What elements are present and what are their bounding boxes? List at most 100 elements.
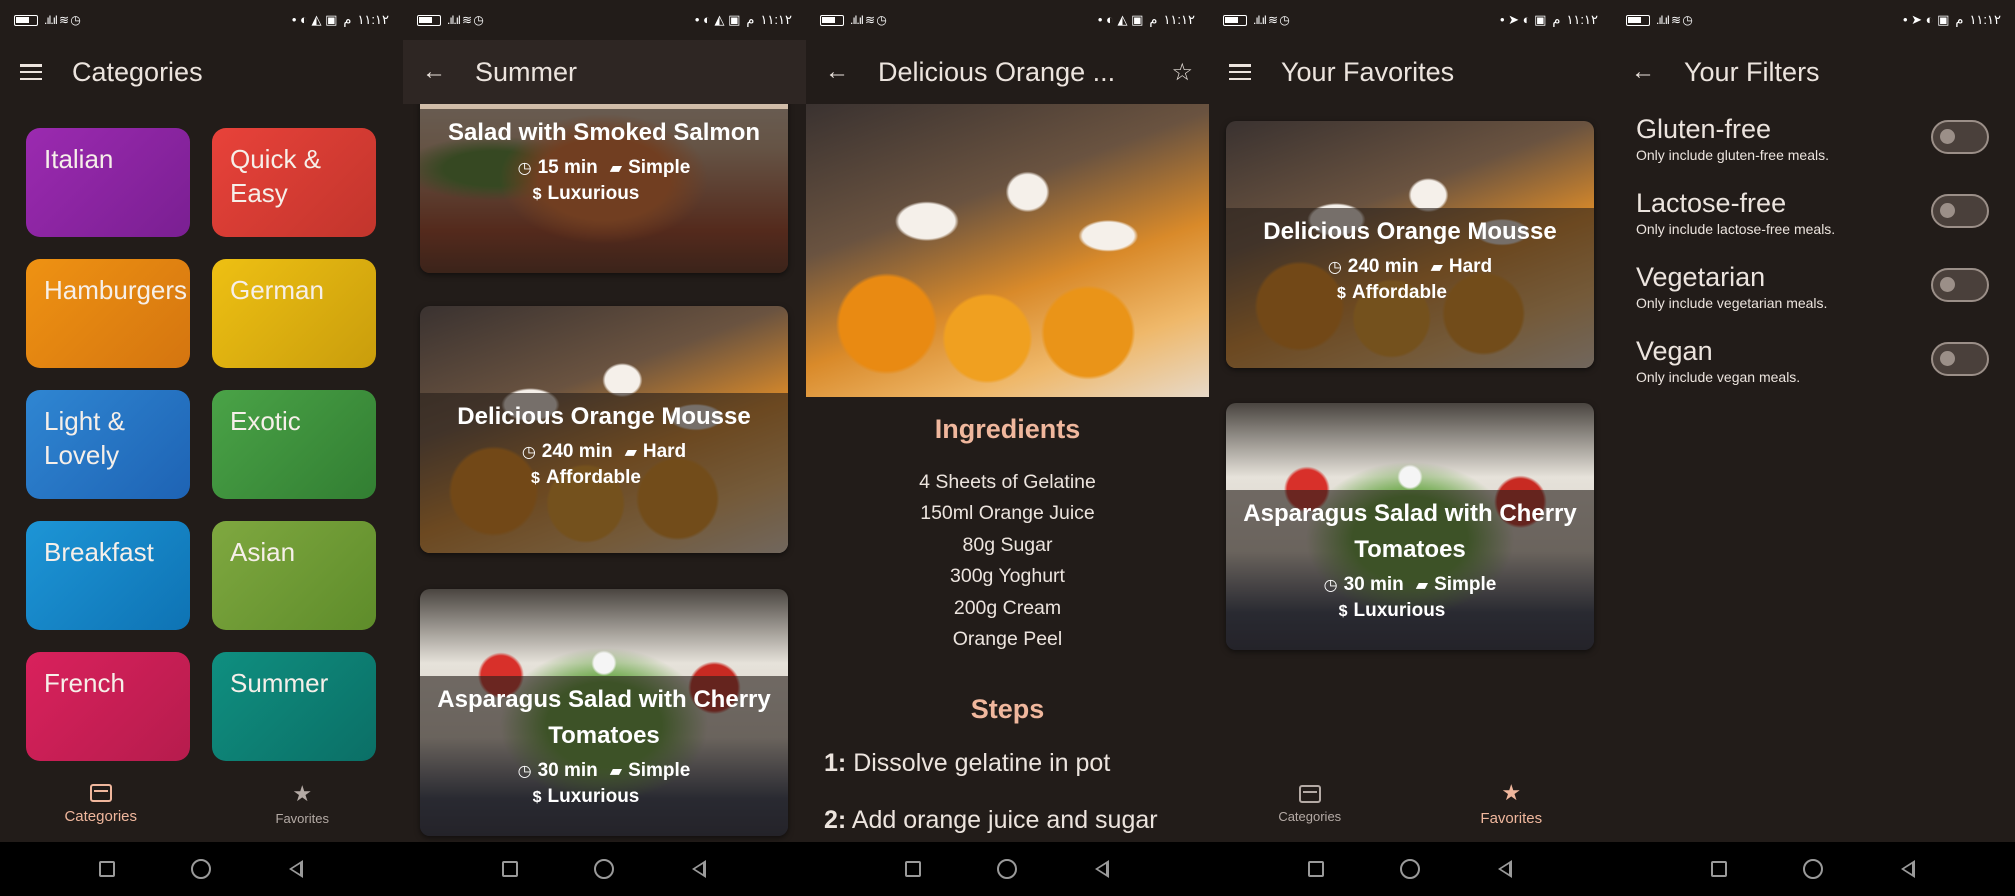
home-button[interactable] (1398, 857, 1422, 881)
recents-button[interactable] (1707, 857, 1731, 881)
status-bar: .ıl.ıl ≋ ◷ • ◐ ◭ ▣ م ١١:١٢ (0, 0, 403, 40)
battery-icon (820, 14, 844, 26)
briefcase-icon: ▰ (1415, 577, 1429, 594)
meal-meta: ◷ 30 min ▰ Simple (518, 760, 691, 782)
meal-card[interactable]: Asparagus Salad with Cherry Tomatoes ◷ 30 … (1226, 403, 1594, 650)
recents-button[interactable] (1304, 857, 1328, 881)
tray-icon (89, 783, 112, 802)
category-tile[interactable]: Italian (26, 128, 190, 237)
category-tile[interactable]: Hamburgers (26, 259, 190, 368)
bottom-tabs: Categories ★ Favorites (0, 766, 403, 842)
complexity-label: Hard (642, 441, 687, 462)
back-arrow-icon[interactable]: ← (1628, 58, 1658, 86)
recents-button[interactable] (95, 857, 119, 881)
back-button[interactable] (1493, 857, 1517, 881)
affordability-label: Affordable (1351, 282, 1447, 303)
complexity: ▰ Simple (610, 157, 691, 179)
meal-title: Asparagus Salad with Cherry Tomatoes (1243, 500, 1577, 563)
filter-toggle[interactable] (1931, 268, 1989, 302)
affordability-label: Luxurious (547, 786, 640, 807)
category-tile[interactable]: German (212, 259, 376, 368)
category-tile[interactable]: Quick & Easy (212, 128, 376, 237)
meal-meta: ◷ 15 min ▰ Simple (518, 157, 691, 179)
home-button[interactable] (995, 857, 1019, 881)
notification-icons: • ◐ ◭ ▣ (291, 12, 338, 27)
affordability-label: Affordable (545, 467, 641, 488)
home-button[interactable] (1801, 857, 1825, 881)
clock-icon: ◷ (521, 444, 536, 461)
step-number: 1: (824, 749, 847, 777)
category-tile[interactable]: Breakfast (26, 521, 190, 630)
home-button[interactable] (189, 857, 213, 881)
filter-toggle[interactable] (1931, 342, 1989, 376)
affordability-label: Luxurious (1353, 600, 1446, 621)
system-nav (806, 842, 1209, 896)
dollar-icon: $ (532, 186, 542, 203)
category-tile[interactable]: Asian (212, 521, 376, 630)
ingredient-item: 300g Yoghurt (950, 565, 1065, 588)
briefcase-icon: ▰ (1430, 259, 1443, 276)
battery-icon (1223, 14, 1247, 26)
duration: ◷ 240 min (1328, 256, 1419, 278)
meal-title: Delicious Orange Mousse (457, 403, 751, 430)
meal-card[interactable]: Asparagus Salad with Cherry Tomatoes ◷ 30 … (420, 589, 788, 836)
affordability: $ Affordable (531, 467, 641, 489)
back-button[interactable] (1090, 857, 1114, 881)
briefcase-icon: ▰ (624, 444, 637, 461)
meal-meta: ◷ 30 min ▰ Simple (1324, 574, 1497, 596)
filter-row: Vegetarian Only include vegetarian meals. (1636, 262, 1989, 324)
ingredient-item: 200g Cream (953, 596, 1062, 619)
page-title: Your Favorites (1281, 56, 1455, 87)
tab-label: Favorites (1480, 809, 1543, 827)
back-arrow-icon[interactable]: ← (419, 58, 449, 86)
meal-card[interactable]: Delicious Orange Mousse ◷ 240 min ▰ Hard $ Aff… (420, 306, 788, 553)
tab-favorites[interactable]: ★ Favorites (1411, 766, 1613, 842)
clock-icon: ◷ (1323, 577, 1338, 594)
star-icon: ★ (1501, 779, 1522, 805)
category-tile[interactable]: Exotic (212, 390, 376, 499)
favorite-star-icon[interactable]: ☆ (1171, 58, 1193, 87)
back-button[interactable] (687, 857, 711, 881)
signal-icon: .ıl.ıl ≋ ◷ (850, 13, 887, 27)
complexity-label: Simple (628, 157, 691, 178)
tab-categories[interactable]: Categories (1209, 766, 1411, 842)
category-grid: Italian Quick & Easy Hamburgers German Light… (26, 128, 389, 761)
tab-categories[interactable]: Categories (0, 766, 202, 842)
tab-label: Categories (64, 807, 138, 825)
notification-icons: • ➤ ◐ ▣ (1499, 12, 1547, 27)
meal-image (806, 104, 1209, 397)
back-button[interactable] (284, 857, 308, 881)
meal-meta: ◷ 240 min ▰ Hard (1328, 256, 1492, 278)
back-arrow-icon[interactable]: ← (822, 58, 852, 86)
recents-button[interactable] (498, 857, 522, 881)
filter-row: Vegan Only include vegan meals. (1636, 336, 1989, 398)
category-tile[interactable]: Light & Lovely (26, 390, 190, 499)
category-tile[interactable]: French (26, 652, 190, 761)
meal-card[interactable]: Delicious Orange Mousse ◷ 240 min ▰ Hard $ Aff… (1226, 121, 1594, 368)
dollar-icon: $ (531, 470, 540, 487)
duration-label: 15 min (537, 157, 598, 178)
menu-icon[interactable] (16, 64, 46, 80)
back-button[interactable] (1896, 857, 1920, 881)
category-tile[interactable]: Summer (212, 652, 376, 761)
dollar-icon: $ (532, 789, 542, 806)
menu-icon[interactable] (1225, 64, 1255, 80)
duration: ◷ 240 min (522, 441, 613, 463)
recents-button[interactable] (901, 857, 925, 881)
filter-toggle[interactable] (1931, 194, 1989, 228)
ingredient-item: 150ml Orange Juice (920, 502, 1095, 525)
notification-icons: • ◐ ◭ ▣ (694, 12, 741, 27)
tab-favorites[interactable]: ★ Favorites (202, 766, 404, 842)
app-bar: ← Delicious Orange ... ☆ (806, 40, 1209, 104)
home-button[interactable] (592, 857, 616, 881)
tab-label: Categories (1278, 808, 1342, 824)
complexity: ▰ Hard (625, 441, 687, 463)
filter-toggle[interactable] (1931, 120, 1989, 154)
clock-icon: ◷ (1327, 259, 1342, 276)
clock: ١١:١٢ (760, 12, 792, 27)
clock-icon: ◷ (517, 763, 532, 780)
meal-overlay: Delicious Orange Mousse ◷ 240 min ▰ Hard $ Aff… (1226, 208, 1594, 368)
complexity-label: Simple (1434, 574, 1497, 595)
ampm-label: م (1149, 12, 1158, 27)
ingredient-item: 80g Sugar (962, 533, 1053, 556)
